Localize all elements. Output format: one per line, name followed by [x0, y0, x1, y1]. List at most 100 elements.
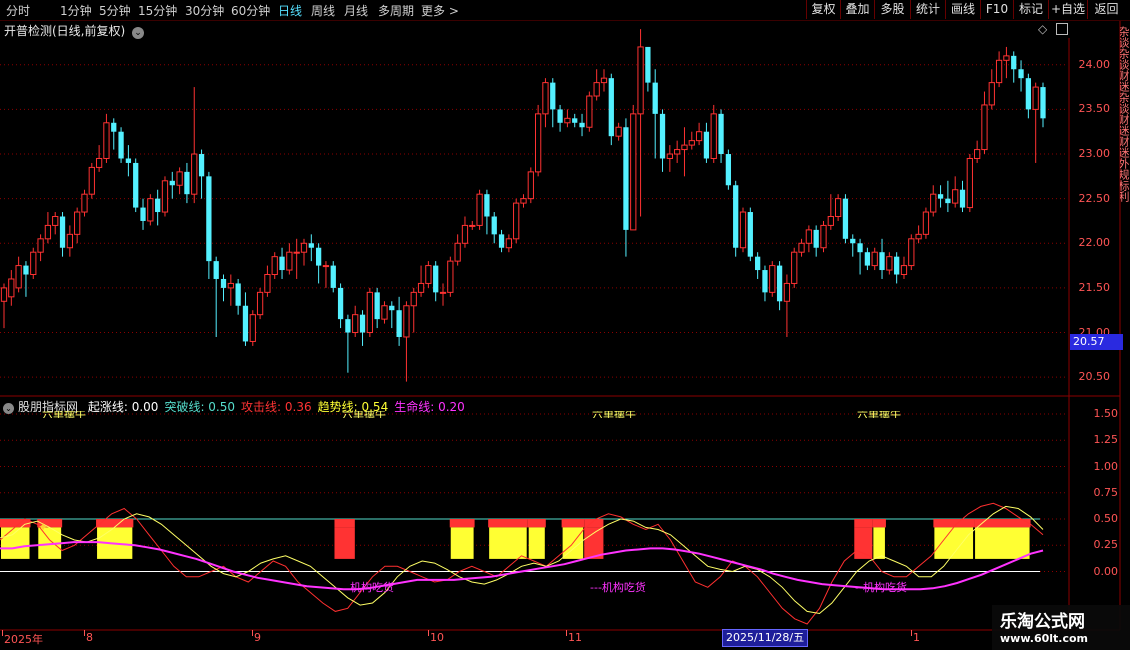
timeframe-10[interactable]: 更多 > [421, 2, 459, 19]
candle[interactable] [330, 261, 336, 293]
candle[interactable] [820, 220, 827, 253]
candle[interactable] [710, 104, 717, 163]
chart-title: 开普检测(日线,前复权) ⌄ [4, 22, 145, 39]
timeframe-3[interactable]: 15分钟 [138, 2, 177, 19]
candle[interactable] [725, 149, 732, 190]
signal-block [561, 519, 585, 559]
timeframe-9[interactable]: 多周期 [378, 2, 414, 19]
candle[interactable] [256, 287, 264, 320]
signal-block [872, 519, 886, 559]
legend-value: 0.20 [434, 400, 465, 414]
legend-label: 突破线: [164, 400, 205, 414]
top-label-2: 六单擒牛 [592, 411, 636, 418]
annotation-1: ---机构吃货 [590, 581, 646, 594]
toolbar-button-0[interactable]: 复权 [806, 0, 840, 19]
candle[interactable] [271, 252, 278, 279]
candle[interactable] [842, 194, 849, 244]
toolbar-button-1[interactable]: 叠加 [840, 0, 874, 19]
signal-block [527, 519, 546, 559]
dropdown-icon[interactable]: ⌄ [132, 27, 145, 39]
date-tick-1: 8 [86, 631, 93, 644]
timeframe-8[interactable]: 月线 [344, 2, 368, 19]
top-label-0: 六单擒牛 [42, 411, 86, 418]
diamond-icon[interactable]: ◇ [1038, 22, 1047, 36]
date-tick-mark [911, 630, 912, 636]
legend-1: 突破线: 0.50 [164, 400, 235, 414]
toolbar-button-5[interactable]: F10 [980, 0, 1013, 19]
signal-block [488, 519, 528, 559]
candle[interactable] [161, 176, 169, 217]
timeframe-5[interactable]: 60分钟 [231, 2, 270, 19]
price-tick-1: 23.50 [1078, 102, 1111, 116]
indicator-tick-5: 0.25 [1093, 538, 1119, 552]
candle[interactable] [908, 234, 915, 271]
candle[interactable] [834, 194, 842, 221]
indicator-tick-3: 0.75 [1093, 485, 1119, 499]
legend-value: 0.50 [204, 400, 236, 414]
legend-label: 生命线: [394, 400, 435, 414]
timeframe-2[interactable]: 5分钟 [99, 2, 131, 19]
date-tick-3: 10 [430, 631, 444, 644]
candle[interactable] [747, 207, 753, 262]
signal-block [334, 519, 355, 559]
toolbar-button-6[interactable]: 标记 [1013, 0, 1048, 19]
date-tick-5: 1 [913, 631, 920, 644]
indicator-tick-1: 1.25 [1093, 433, 1119, 447]
indicator-tick-4: 0.50 [1093, 512, 1119, 525]
candle[interactable] [133, 158, 139, 213]
candle[interactable] [88, 162, 95, 199]
date-tick-mark [566, 630, 567, 636]
side-text: 杂谈杂谈财迷杂谈财迷财迷外规标利 [1120, 26, 1130, 202]
date-tick-0: 2025年 [4, 633, 43, 646]
candle[interactable] [147, 194, 154, 226]
candle[interactable] [513, 198, 520, 244]
candle[interactable] [81, 189, 88, 217]
candle[interactable] [966, 154, 973, 213]
price-tick-7: 20.50 [1078, 370, 1111, 384]
candle[interactable] [608, 73, 614, 146]
candle[interactable] [425, 261, 432, 288]
candle[interactable] [118, 127, 124, 163]
toolbar: 分时 1分钟 5分钟 15分钟 30分钟 60分钟 日线 周线 月线 多周期 更多 > 复权 叠加 多股统… [0, 0, 1130, 21]
watermark: 乐淘公式网 www.60lt.com [992, 605, 1130, 650]
toolbar-button-3[interactable]: 统计 [910, 0, 945, 19]
candle[interactable] [733, 180, 739, 257]
price-tick-4: 22.00 [1078, 236, 1111, 250]
timeframe-0[interactable]: 分时 [6, 2, 30, 19]
toolbar-button-8[interactable]: 返回 [1087, 0, 1125, 19]
watermark-url: www.60lt.com [1000, 632, 1089, 645]
price-tick-5: 21.50 [1078, 280, 1111, 294]
candle[interactable] [534, 104, 542, 177]
toolbar-button-7[interactable]: +自选 [1048, 0, 1087, 19]
timeframe-6[interactable]: 日线 [278, 2, 302, 19]
candle[interactable] [249, 310, 256, 346]
date-tick-4: 11 [568, 631, 582, 644]
candle[interactable] [447, 256, 454, 297]
candle[interactable] [791, 247, 798, 288]
signal-block [584, 519, 604, 559]
candle[interactable] [586, 91, 593, 132]
candle[interactable] [630, 104, 637, 231]
timeframe-4[interactable]: 30分钟 [185, 2, 224, 19]
signal-block [0, 519, 31, 559]
candle[interactable] [527, 167, 534, 204]
candle[interactable] [366, 287, 373, 337]
watermark-title: 乐淘公式网 [1000, 612, 1085, 632]
top-label-1: 六单擒牛 [342, 411, 386, 418]
candle[interactable] [30, 247, 37, 279]
window-icon[interactable] [1056, 23, 1068, 35]
current-price-label: 20.57 [1070, 334, 1123, 350]
legend-0: 起涨线: 0.00 [88, 400, 159, 414]
candle[interactable] [476, 189, 483, 230]
candle[interactable] [739, 207, 747, 253]
candle[interactable] [769, 261, 776, 297]
legend-value: 0.00 [127, 400, 159, 414]
timeframe-7[interactable]: 周线 [311, 2, 335, 19]
indicator-tick-2: 1.00 [1093, 459, 1119, 473]
toolbar-button-4[interactable]: 画线 [945, 0, 980, 19]
top-label-3: 六单擒牛 [857, 411, 901, 418]
timeframe-1[interactable]: 1分钟 [60, 2, 92, 19]
candle[interactable] [922, 207, 930, 239]
toolbar-button-2[interactable]: 多股 [874, 0, 910, 19]
collapse-icon[interactable]: ⌄ [3, 403, 14, 414]
